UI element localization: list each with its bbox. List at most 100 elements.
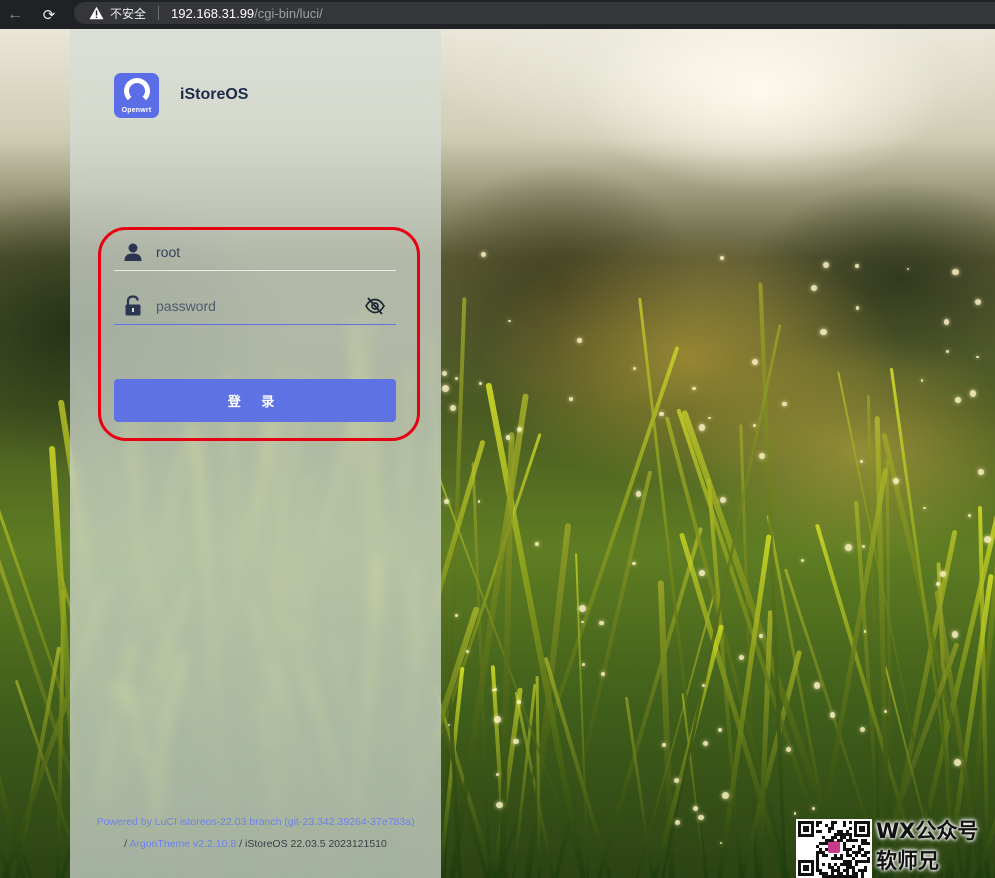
dew-drop	[845, 544, 852, 551]
theme-prefix: /	[124, 838, 128, 850]
dew-drop	[976, 355, 979, 359]
dew-drop	[698, 424, 706, 431]
dew-drop	[854, 263, 859, 268]
version-text: / iStoreOS 22.03.5 2023121510	[239, 838, 387, 850]
dew-drop	[812, 806, 816, 810]
grass-blade	[449, 392, 529, 878]
dew-drop	[813, 682, 821, 689]
address-divider	[158, 6, 160, 20]
dew-drop	[578, 604, 586, 612]
dew-drop	[883, 709, 887, 713]
dew-drop	[717, 728, 722, 733]
address-bar[interactable]: 不安全 192.168.31.99 /cgi-bin/luci/	[74, 2, 995, 24]
dew-drop	[450, 404, 457, 411]
logo-text: Openwrt	[121, 107, 152, 114]
dew-drop	[939, 571, 946, 578]
page-footer: Powered by LuCI istoreos-22.03 branch (g…	[70, 811, 441, 855]
dew-drop	[699, 570, 705, 576]
dew-drop	[692, 386, 696, 391]
dew-drop	[720, 497, 727, 504]
back-arrow-icon[interactable]: ←	[4, 4, 26, 26]
dew-drop	[599, 620, 605, 626]
powered-by-link[interactable]: Powered by LuCI istoreos-22.03 branch (g…	[96, 816, 414, 828]
dew-drop	[674, 777, 680, 783]
eye-slash-icon[interactable]	[364, 295, 386, 317]
login-panel: Openwrt iStoreOS 登 录 Powered by LuCI ist…	[70, 29, 441, 878]
dew-drop	[441, 385, 449, 393]
dew-drop	[505, 435, 511, 440]
dew-drop	[738, 654, 744, 660]
dew-drop	[782, 401, 787, 406]
brand-name: iStoreOS	[180, 86, 249, 103]
watermark-line2: 软师兄	[876, 849, 939, 873]
browser-toolbar: ← ⟳ 不安全 192.168.31.99 /cgi-bin/luci/	[0, 0, 995, 29]
dew-drop	[516, 700, 521, 704]
dew-drop	[974, 298, 981, 305]
dew-drop	[454, 376, 458, 380]
username-field[interactable]	[114, 233, 396, 271]
watermark-text: WX公众号 软师兄	[876, 816, 995, 876]
dew-drop	[496, 801, 503, 809]
grass-blade	[498, 432, 515, 878]
dew-drop	[658, 411, 664, 417]
dew-drop	[513, 738, 519, 745]
dew-drop	[820, 329, 827, 336]
dew-drop	[577, 338, 582, 343]
watermark-line1: WX公众号	[876, 819, 979, 843]
dew-drop	[946, 349, 950, 353]
url-host: 192.168.31.99	[171, 5, 255, 21]
dew-drop	[569, 396, 573, 401]
dew-drop	[636, 491, 642, 497]
logo-ring-icon	[123, 78, 150, 104]
dew-drop	[951, 631, 959, 639]
dew-drop	[793, 812, 797, 815]
dew-drop	[720, 255, 725, 260]
dew-drop	[855, 306, 860, 311]
dew-drop	[441, 371, 447, 377]
user-icon	[120, 239, 146, 265]
dew-drop	[810, 284, 818, 292]
grass-blade	[636, 595, 716, 878]
dew-drop	[477, 500, 481, 503]
dew-drop	[952, 269, 959, 276]
insecure-label[interactable]: 不安全	[110, 5, 146, 22]
password-field[interactable]	[114, 287, 396, 325]
dew-drop	[444, 499, 449, 504]
dew-drop	[943, 319, 950, 325]
warning-icon[interactable]	[88, 5, 104, 21]
dew-drop	[479, 382, 482, 385]
dew-drop	[983, 535, 991, 543]
username-input[interactable]	[156, 243, 356, 260]
unlock-icon	[120, 293, 146, 319]
dew-drop	[455, 614, 459, 618]
reload-icon[interactable]: ⟳	[38, 4, 60, 26]
dew-drop	[969, 390, 977, 397]
dew-drop	[859, 459, 864, 464]
dew-drop	[698, 814, 705, 821]
grass-blade	[624, 696, 654, 878]
dew-drop	[758, 453, 766, 460]
dew-drop	[758, 634, 763, 639]
dew-drop	[494, 716, 502, 724]
qr-code-image	[796, 819, 872, 878]
dew-drop	[674, 820, 680, 826]
password-input[interactable]	[156, 297, 356, 314]
argon-theme-link[interactable]: ArgonTheme v2.2.10.8	[129, 838, 236, 850]
dew-drop	[632, 561, 636, 565]
dew-drop	[480, 252, 486, 257]
dew-drop	[632, 366, 637, 371]
dew-drop	[822, 261, 830, 269]
dew-drop	[493, 687, 498, 692]
dew-drop	[582, 663, 585, 666]
dew-drop	[751, 358, 758, 366]
dew-drop	[708, 416, 711, 419]
dew-drop	[465, 649, 469, 653]
dew-drop	[722, 791, 730, 799]
login-button[interactable]: 登 录	[114, 379, 396, 422]
url-path: /cgi-bin/luci/	[254, 5, 323, 21]
dew-drop	[955, 397, 961, 403]
dew-drop	[861, 544, 865, 549]
dew-drop	[978, 469, 984, 475]
dew-drop	[600, 671, 606, 677]
dew-drop	[534, 542, 539, 547]
